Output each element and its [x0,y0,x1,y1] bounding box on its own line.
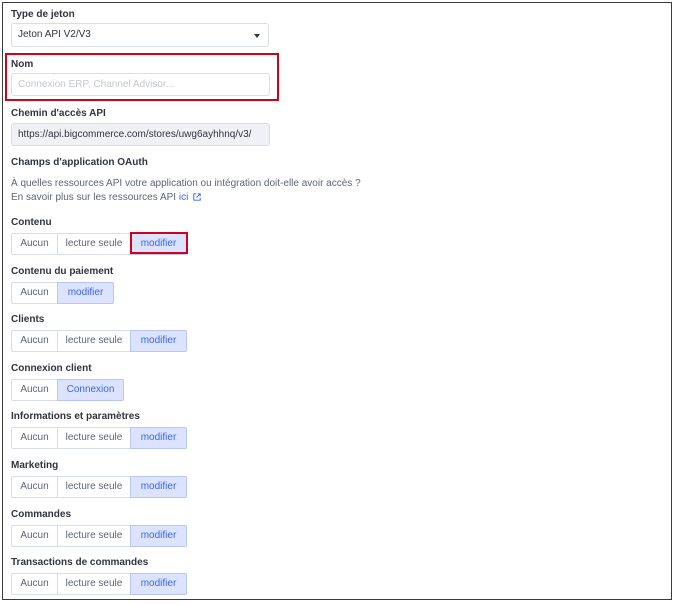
learn-more-text: En savoir plus sur les ressources API [11,192,177,203]
chevron-down-icon [254,34,260,38]
api-path-field: https://api.bigcommerce.com/stores/uwg6a… [11,123,270,146]
scope-option-lecture-seule[interactable]: lecture seule [57,573,131,595]
scope-label: Transactions de commandes [11,557,149,568]
scope-segmented-control: Aucun lecture seule modifier [11,525,187,547]
oauth-scopes-title: Champs d'application OAuth [11,157,148,168]
scope-option-modifier[interactable]: modifier [130,573,187,595]
scope-option-lecture-seule[interactable]: lecture seule [57,525,131,547]
oauth-scopes-question: À quelles ressources API votre applicati… [11,178,361,189]
token-type-label: Type de jeton [11,9,75,20]
scope-option-lecture-seule[interactable]: lecture seule [57,427,131,449]
oauth-learn-more: En savoir plus sur les ressources API ic… [11,191,201,205]
scope-option-modifier[interactable]: modifier [130,525,187,547]
scope-label: Marketing [11,460,59,471]
scope-option-modifier[interactable]: modifier [130,330,187,352]
scope-label: Contenu [11,217,52,228]
scope-segmented-control: Aucun lecture seule modifier [11,476,187,498]
scope-option-aucun[interactable]: Aucun [11,573,58,595]
modify-highlight-box [130,232,188,254]
scope-segmented-control: Aucun lecture seule modifier [11,427,187,449]
scope-segmented-control: Aucun lecture seule modifier [11,330,187,352]
scope-option-aucun[interactable]: Aucun [11,525,58,547]
token-type-select[interactable]: Jeton API V2/V3 [11,23,269,47]
api-path-label: Chemin d'accès API [11,108,106,119]
learn-more-link[interactable]: ici [179,192,188,203]
scope-option-aucun[interactable]: Aucun [11,379,58,401]
scope-label: Clients [11,314,45,325]
scope-option-aucun[interactable]: Aucun [11,427,58,449]
external-link-icon[interactable] [193,193,201,201]
scope-option-modifier[interactable]: modifier [130,476,187,498]
scope-option-modifier[interactable]: modifier [130,427,187,449]
scope-option-aucun[interactable]: Aucun [11,330,58,352]
scope-label: Connexion client [11,363,92,374]
scope-label: Commandes [11,509,72,520]
scope-option-lecture-seule[interactable]: lecture seule [57,330,131,352]
scope-option-lecture-seule[interactable]: lecture seule [57,476,131,498]
scope-label: Contenu du paiement [11,266,114,277]
scope-label: Informations et paramètres [11,411,140,422]
name-input[interactable]: Connexion ERP, Channel Advisor... [11,73,270,96]
scope-option-aucun[interactable]: Aucun [11,282,58,304]
scope-segmented-control: Aucun lecture seule modifier [11,573,187,595]
scope-segmented-control: Aucun Connexion [11,379,124,401]
scope-option-aucun[interactable]: Aucun [11,476,58,498]
scope-option-aucun[interactable]: Aucun [11,233,58,255]
token-type-value: Jeton API V2/V3 [18,29,91,40]
api-account-form: Type de jeton Jeton API V2/V3 Nom Connex… [2,2,672,600]
scope-segmented-control: Aucun modifier [11,282,114,304]
scope-option-lecture-seule[interactable]: lecture seule [57,233,131,255]
scope-option-connexion[interactable]: Connexion [57,379,124,401]
scope-option-modifier[interactable]: modifier [57,282,114,304]
name-label: Nom [11,59,34,70]
